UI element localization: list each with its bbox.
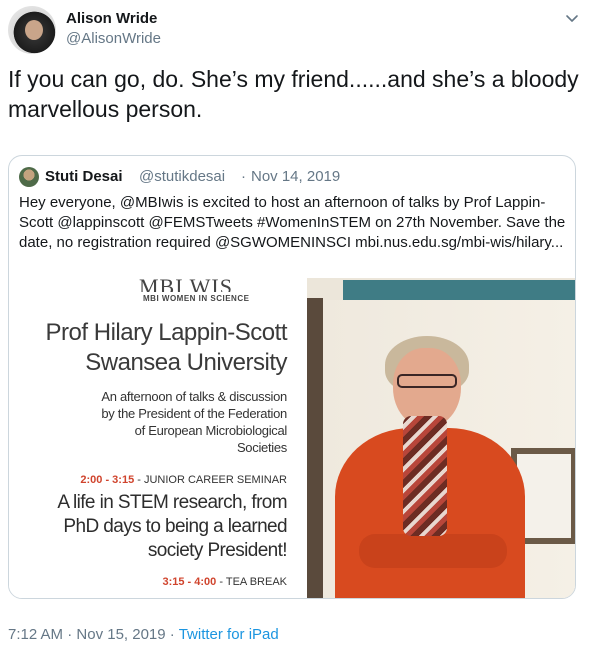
poster-talk-title: A life in STEM research, from PhD days t… (57, 492, 287, 561)
photo-folded-arms (359, 534, 507, 568)
poster-slot-1-label: - JUNIOR CAREER SEMINAR (134, 474, 287, 486)
poster-description: An afternoon of talks & discussion by th… (101, 389, 287, 455)
photo-teal-band (343, 280, 575, 300)
chevron-down-icon[interactable] (564, 10, 580, 26)
quoted-tweet-text: Hey everyone, @MBIwis is excited to host… (19, 194, 566, 251)
poster-title-line-1: Prof Hilary Lappin-Scott (45, 319, 288, 346)
photo-certificate (517, 454, 571, 538)
event-poster-image[interactable]: MBI WIS MBI WOMEN IN SCIENCE Prof Hilary… (9, 278, 575, 598)
quoted-separator: · (241, 168, 246, 185)
quoted-date: Nov 14, 2019 (251, 168, 341, 185)
tweet-time[interactable]: 7:12 AM (8, 626, 63, 643)
author-name[interactable]: Alison Wride (66, 10, 157, 27)
poster-title: Prof Hilary Lappin-Scott Swansea Univers… (45, 318, 288, 378)
tweet-footer: 7:12 AM · Nov 15, 2019 · Twitter for iPa… (8, 626, 279, 643)
quoted-tweet[interactable]: Stuti Desai @stutikdesai · Nov 14, 2019 … (8, 155, 576, 599)
avatar[interactable] (8, 6, 56, 54)
photo-bookshelf (307, 298, 323, 598)
quoted-author-handle: @stutikdesai (139, 168, 226, 185)
photo-scarf (403, 416, 447, 536)
poster-slot-2-time: 3:15 - 4:00 (162, 576, 217, 588)
poster-title-line-2: Swansea University (85, 349, 287, 376)
author-handle[interactable]: @AlisonWride (66, 30, 161, 47)
tweet-source-link[interactable]: Twitter for iPad (179, 626, 279, 643)
tweet-date[interactable]: Nov 15, 2019 (76, 626, 165, 643)
footer-separator-2: · (165, 626, 179, 643)
poster-logo-subtitle: MBI WOMEN IN SCIENCE (143, 294, 250, 303)
poster-slot-1-time: 2:00 - 3:15 (80, 474, 135, 486)
poster-slot-2: 3:15 - 4:00 - TEA BREAK (162, 576, 287, 588)
poster-logo: MBI WIS (139, 278, 233, 292)
poster-slot-1: 2:00 - 3:15 - JUNIOR CAREER SEMINAR (80, 474, 287, 486)
speaker-photo (307, 278, 575, 598)
tweet-header: Alison Wride @AlisonWride (8, 6, 584, 56)
avatar-face (25, 20, 43, 40)
tweet-text: If you can go, do. She’s my friend......… (8, 66, 579, 122)
footer-separator-1: · (63, 626, 77, 643)
photo-glasses (397, 374, 457, 388)
poster-slot-2-label: - TEA BREAK (216, 576, 287, 588)
quoted-avatar (19, 167, 39, 187)
quoted-author-name: Stuti Desai (45, 168, 123, 185)
